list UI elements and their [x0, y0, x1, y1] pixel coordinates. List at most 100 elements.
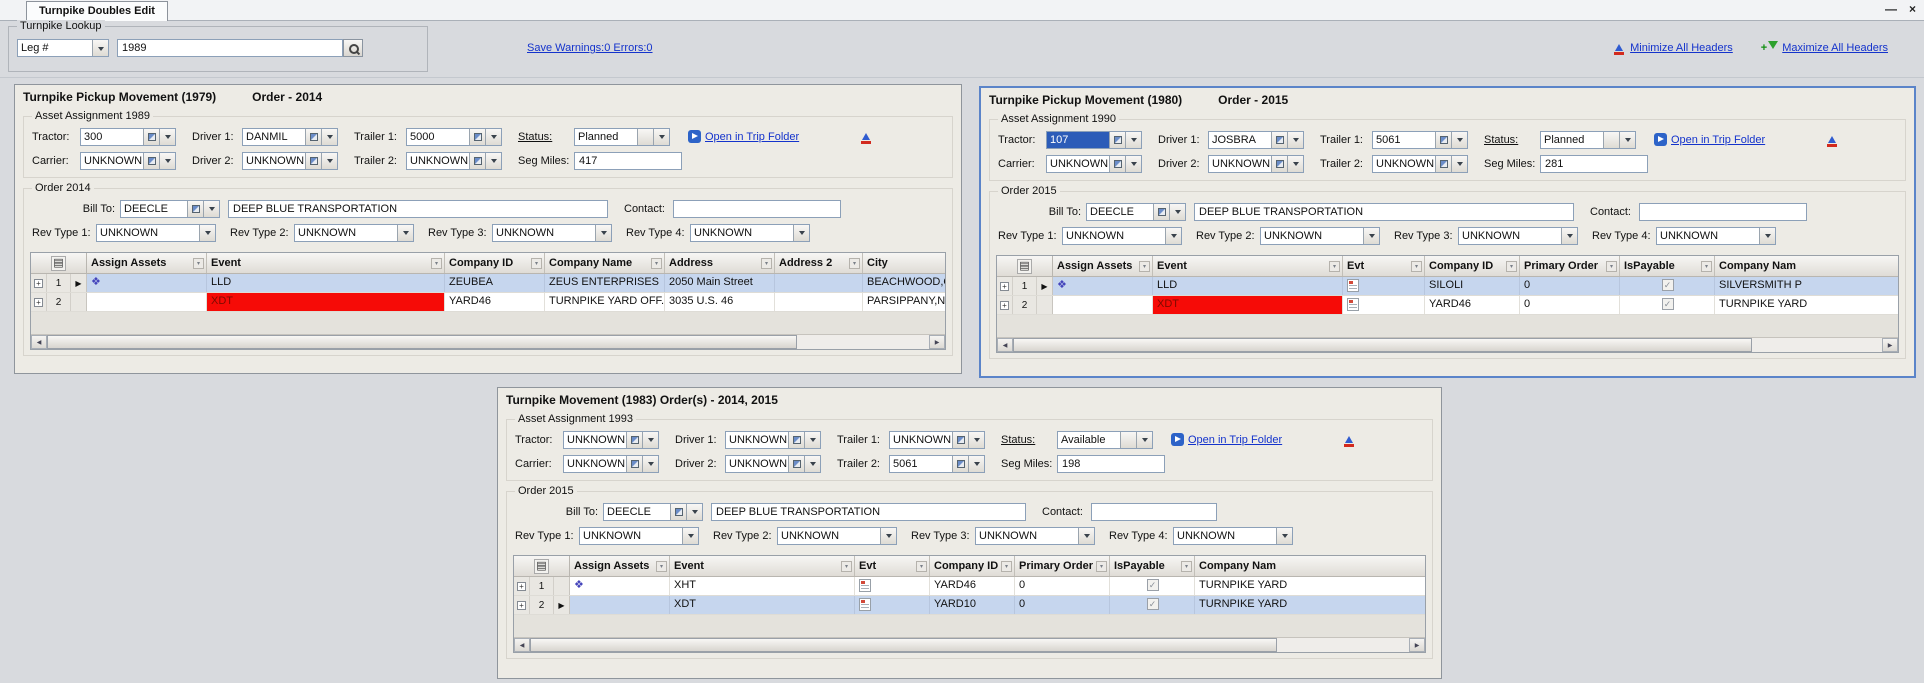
ellipsis-button[interactable]: [469, 129, 485, 145]
cell-event[interactable]: XDT: [1153, 296, 1343, 314]
dropdown-arrow-icon[interactable]: [199, 225, 215, 241]
column-header-event[interactable]: Event▾: [670, 556, 855, 576]
dropdown-arrow-icon[interactable]: [1136, 432, 1152, 448]
cell-company-id[interactable]: SILOLI: [1425, 277, 1520, 295]
column-header-city[interactable]: City▾: [863, 253, 945, 273]
dropdown-arrow-icon[interactable]: [1165, 228, 1181, 244]
scroll-right-button[interactable]: ▶: [929, 335, 945, 349]
contact-field[interactable]: [673, 200, 841, 218]
status-combo[interactable]: Planned: [1540, 131, 1636, 149]
dropdown-arrow-icon[interactable]: [1276, 528, 1292, 544]
driver2-combo[interactable]: UNKNOWN: [725, 455, 821, 473]
cell-company-nam[interactable]: TURNPIKE YARD: [1715, 296, 1898, 314]
ellipsis-button[interactable]: [1153, 204, 1169, 220]
filter-icon[interactable]: ▾: [1701, 261, 1712, 272]
bill-to-combo[interactable]: DEECLE: [1086, 203, 1186, 221]
trailer2-combo[interactable]: 5061: [889, 455, 985, 473]
dropdown-arrow-icon[interactable]: [321, 129, 337, 145]
ellipsis-button[interactable]: [305, 153, 321, 169]
horizontal-scrollbar[interactable]: ◀▶: [31, 334, 945, 349]
dropdown-arrow-icon[interactable]: [595, 225, 611, 241]
column-header-primary-order[interactable]: Primary Order▾: [1015, 556, 1110, 576]
bill-to-name-field[interactable]: DEEP BLUE TRANSPORTATION: [1194, 203, 1574, 221]
rev-type3-combo[interactable]: UNKNOWN: [975, 527, 1095, 545]
row-number[interactable]: 1: [1013, 277, 1037, 295]
ellipsis-button[interactable]: [305, 129, 321, 145]
cell-address-2[interactable]: [775, 274, 863, 292]
dropdown-arrow-icon[interactable]: [804, 456, 820, 472]
filter-icon[interactable]: ▾: [1001, 561, 1012, 572]
minimize-header-icon[interactable]: [859, 129, 873, 144]
grid-customize-icon[interactable]: ▤: [534, 559, 548, 574]
minimize-header-icon[interactable]: [1825, 132, 1839, 147]
table-row[interactable]: +2▶XDTYARD100✓TURNPIKE YARD: [514, 596, 1425, 615]
cell-ispayable[interactable]: ✓: [1110, 577, 1195, 595]
filter-icon[interactable]: ▾: [1506, 261, 1517, 272]
filter-icon[interactable]: ▾: [1411, 261, 1422, 272]
dropdown-arrow-icon[interactable]: [1561, 228, 1577, 244]
scroll-left-button[interactable]: ◀: [514, 638, 530, 652]
save-warnings-link[interactable]: Save Warnings:0 Errors:0: [527, 42, 653, 54]
cell-city[interactable]: PARSIPPANY,N: [863, 293, 945, 311]
dropdown-arrow-icon[interactable]: [1619, 132, 1635, 148]
dropdown-arrow-icon[interactable]: [1451, 132, 1467, 148]
filter-icon[interactable]: ▾: [1181, 561, 1192, 572]
cell-evt[interactable]: [1343, 296, 1425, 314]
ispayable-checkbox[interactable]: ✓: [1662, 298, 1674, 310]
tractor-combo[interactable]: UNKNOWN: [563, 431, 659, 449]
dropdown-arrow-icon[interactable]: [793, 225, 809, 241]
column-header-company-nam[interactable]: Company Nam▾: [1195, 556, 1425, 576]
status-label[interactable]: Status:: [1001, 434, 1057, 446]
dropdown-arrow-icon[interactable]: [1125, 132, 1141, 148]
cell-evt[interactable]: [1343, 277, 1425, 295]
carrier-combo[interactable]: UNKNOWN: [80, 152, 176, 170]
scroll-left-button[interactable]: ◀: [997, 338, 1013, 352]
driver1-combo[interactable]: UNKNOWN: [725, 431, 821, 449]
dropdown-arrow-icon[interactable]: [1078, 528, 1094, 544]
seg-miles-field[interactable]: 198: [1057, 455, 1165, 473]
rev-type4-combo[interactable]: UNKNOWN: [1656, 227, 1776, 245]
scrollbar-track[interactable]: [530, 638, 1409, 652]
rev-type4-combo[interactable]: UNKNOWN: [690, 224, 810, 242]
trailer2-combo[interactable]: UNKNOWN: [406, 152, 502, 170]
cell-assign-assets[interactable]: ❖: [1053, 277, 1153, 295]
column-header-company-id[interactable]: Company ID▾: [930, 556, 1015, 576]
open-trip-folder-link[interactable]: Open in Trip Folder: [1188, 434, 1282, 446]
column-header-ispayable[interactable]: IsPayable▾: [1620, 256, 1715, 276]
scrollbar-track[interactable]: [1013, 338, 1882, 352]
scrollbar-thumb[interactable]: [1013, 338, 1752, 352]
bill-to-combo[interactable]: DEECLE: [603, 503, 703, 521]
cell-company-nam[interactable]: TURNPIKE YARD: [1195, 596, 1425, 614]
minimize-all-headers-link[interactable]: Minimize All Headers: [1630, 42, 1733, 54]
dropdown-arrow-icon[interactable]: [397, 225, 413, 241]
carrier-combo[interactable]: UNKNOWN: [1046, 155, 1142, 173]
carrier-combo[interactable]: UNKNOWN: [563, 455, 659, 473]
cell-event[interactable]: XHT: [670, 577, 855, 595]
ellipsis-button[interactable]: [626, 456, 642, 472]
ellipsis-button[interactable]: [143, 129, 159, 145]
dropdown-arrow-icon[interactable]: [159, 129, 175, 145]
seg-miles-field[interactable]: 417: [574, 152, 682, 170]
dropdown-arrow-icon[interactable]: [1169, 204, 1185, 220]
column-header-company-id[interactable]: Company ID▾: [445, 253, 545, 273]
scroll-left-button[interactable]: ◀: [31, 335, 47, 349]
ellipsis-button[interactable]: [626, 432, 642, 448]
cell-company-id[interactable]: YARD46: [445, 293, 545, 311]
ellipsis-button[interactable]: [187, 201, 203, 217]
seg-miles-field[interactable]: 281: [1540, 155, 1648, 173]
dropdown-arrow-icon[interactable]: [968, 456, 984, 472]
row-number[interactable]: 2: [1013, 296, 1037, 314]
tractor-combo[interactable]: 300: [80, 128, 176, 146]
status-combo[interactable]: Available: [1057, 431, 1153, 449]
status-combo[interactable]: Planned: [574, 128, 670, 146]
search-icon[interactable]: [343, 39, 363, 57]
rev-type3-combo[interactable]: UNKNOWN: [492, 224, 612, 242]
status-label[interactable]: Status:: [1484, 134, 1540, 146]
leg-type-combo[interactable]: Leg #: [17, 39, 109, 57]
filter-icon[interactable]: ▾: [1096, 561, 1107, 572]
ellipsis-button[interactable]: [952, 432, 968, 448]
cell-event[interactable]: LLD: [1153, 277, 1343, 295]
filter-icon[interactable]: ▾: [1139, 261, 1150, 272]
open-trip-folder-link[interactable]: Open in Trip Folder: [1671, 134, 1765, 146]
row-number[interactable]: 1: [530, 577, 554, 595]
